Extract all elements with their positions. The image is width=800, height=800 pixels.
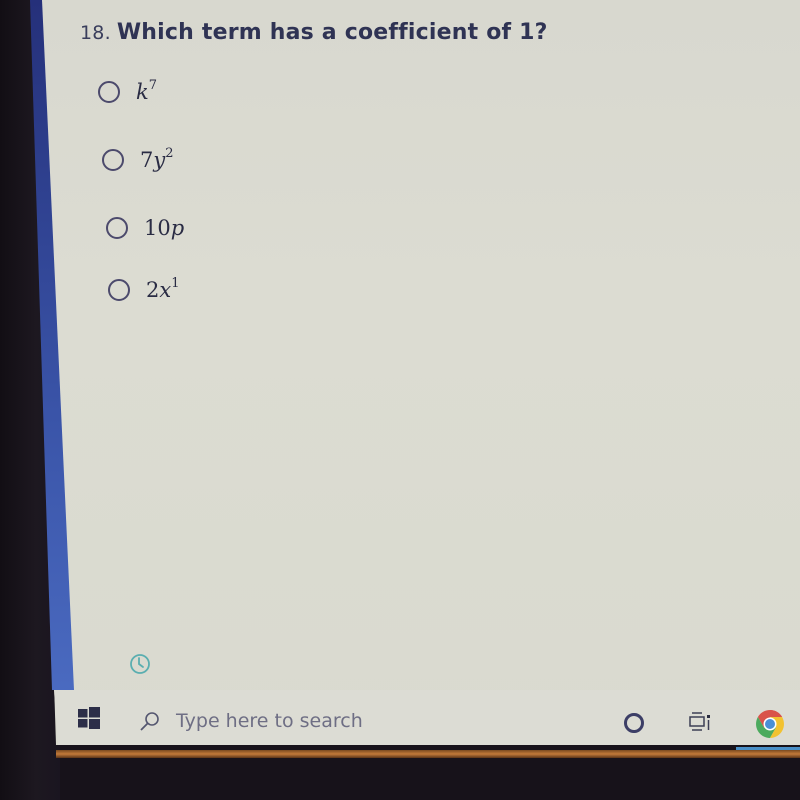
radio-button[interactable] — [108, 279, 130, 301]
windows-icon[interactable] — [78, 707, 100, 729]
task-view-icon[interactable] — [688, 711, 714, 733]
option-label: k7 — [136, 78, 158, 104]
clock-icon[interactable] — [129, 653, 151, 675]
question-number: 18. — [80, 22, 111, 44]
answer-option[interactable]: 7y2 — [102, 146, 174, 172]
answer-option[interactable]: 2x1 — [108, 276, 180, 302]
question-title: 18. Which term has a coefficient of 1? — [80, 20, 548, 45]
option-label: 7y2 — [140, 146, 174, 172]
radio-button[interactable] — [102, 149, 124, 171]
quiz-content: 18. Which term has a coefficient of 1? k7… — [0, 0, 800, 690]
answer-option[interactable]: 10p — [106, 216, 184, 240]
answer-option[interactable]: k7 — [98, 78, 158, 104]
radio-button[interactable] — [106, 217, 128, 239]
question-text: Which term has a coefficient of 1? — [116, 20, 548, 45]
search-placeholder: Type here to search — [176, 710, 363, 732]
radio-button[interactable] — [98, 81, 120, 103]
option-label: 2x1 — [146, 276, 180, 302]
taskbar-search[interactable]: Type here to search — [124, 697, 574, 745]
search-icon — [140, 712, 159, 731]
cortana-icon[interactable] — [624, 713, 644, 733]
option-label: 10p — [144, 216, 185, 240]
monitor-edge — [56, 750, 800, 758]
chrome-icon[interactable] — [754, 708, 786, 740]
